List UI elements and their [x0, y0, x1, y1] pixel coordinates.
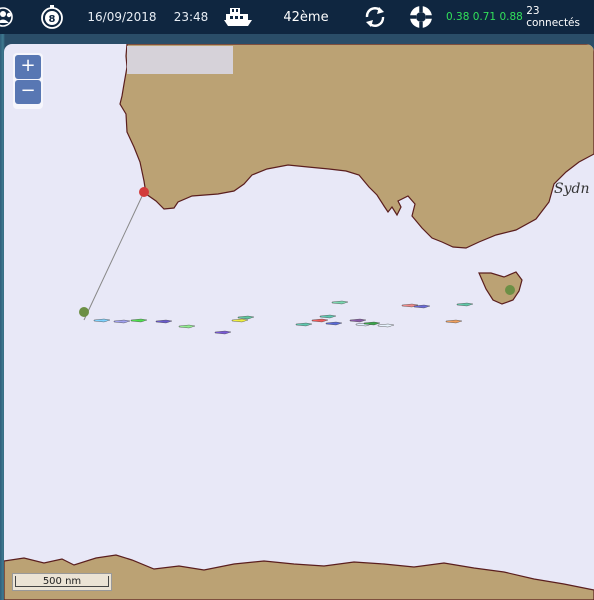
boat: [113, 319, 131, 324]
boat: [295, 322, 313, 327]
boat: [155, 319, 173, 324]
stat-value-2: 0.71: [472, 11, 497, 23]
australia-landmass: [119, 44, 594, 249]
time-text: 23:48: [173, 10, 209, 24]
stat-value-1: 0.38: [446, 11, 470, 23]
users-button[interactable]: [0, 0, 20, 34]
date-text: 16/09/2018: [87, 10, 157, 24]
boat: [349, 318, 367, 323]
lifebuoy-icon: [410, 6, 432, 28]
boat: [237, 315, 255, 320]
zoom-out-button[interactable]: −: [15, 80, 41, 104]
boat: [93, 318, 111, 323]
stat-value-3: 0.88: [499, 11, 523, 23]
refresh-icon: [365, 7, 385, 27]
waypoint-buoy: [79, 307, 89, 317]
chronometer-badge-icon: 8: [41, 5, 63, 29]
scale-label: 500 nm: [42, 576, 82, 587]
boat-button[interactable]: [222, 0, 254, 34]
fleet: [93, 300, 474, 335]
chronometer-button[interactable]: 8: [39, 0, 65, 34]
top-toolbar: 8 16/09/2018 23:48 42ème 0.38 0.71 0.88 …: [0, 0, 594, 34]
overlay-box: [127, 46, 233, 74]
course-line: [83, 191, 145, 321]
boat-icon: [224, 8, 252, 26]
zoom-in-button[interactable]: +: [15, 55, 41, 79]
boat: [325, 321, 343, 326]
boat: [130, 318, 148, 323]
boat: [445, 319, 463, 324]
boat: [311, 318, 329, 323]
stats-line: 0.38 0.71 0.88 23 connectés: [446, 0, 592, 34]
boat: [331, 300, 349, 305]
users-icon: [0, 7, 13, 27]
zoom-control: + −: [13, 53, 43, 109]
help-button[interactable]: [407, 0, 435, 34]
boat: [319, 314, 337, 319]
start-buoy: [139, 187, 149, 197]
place-label-sydney: Sydn: [554, 181, 590, 197]
rank-text: 42ème: [283, 9, 329, 25]
boat: [231, 318, 249, 323]
boat: [456, 302, 474, 307]
boat: [377, 323, 395, 328]
map-canvas: [4, 44, 594, 600]
refresh-button[interactable]: [361, 0, 389, 34]
tasmania-landmass: [478, 271, 523, 305]
boat: [214, 330, 232, 335]
scale-bar: 500 nm: [12, 573, 112, 591]
race-map[interactable]: + − Sydn 500 nm: [4, 44, 594, 600]
tasmania-buoy: [505, 285, 515, 295]
badge-number: 8: [49, 14, 56, 25]
connected-count: 23 connectés: [526, 5, 580, 29]
boat: [178, 324, 196, 329]
